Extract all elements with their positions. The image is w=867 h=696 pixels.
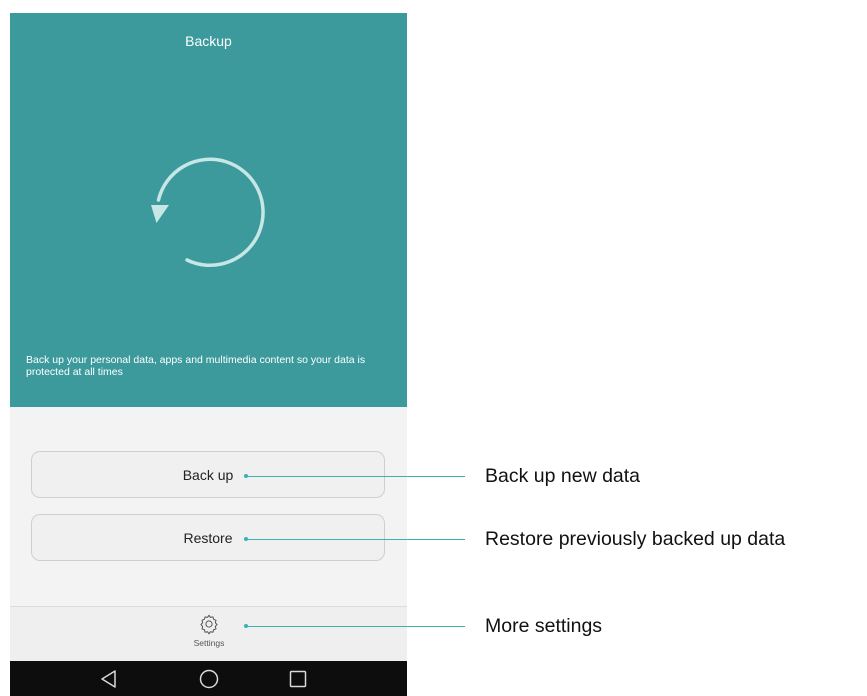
settings-label: Settings bbox=[193, 638, 225, 648]
callout-line-settings bbox=[246, 626, 465, 627]
system-navigation-bar bbox=[10, 661, 407, 696]
callout-line-restore bbox=[246, 539, 465, 540]
refresh-circle-icon bbox=[148, 151, 270, 278]
home-circle-icon[interactable] bbox=[196, 666, 222, 692]
backup-button[interactable]: Back up bbox=[31, 451, 385, 498]
backup-description: Back up your personal data, apps and mul… bbox=[26, 354, 366, 378]
back-triangle-icon[interactable] bbox=[96, 666, 122, 692]
callout-restore-text: Restore previously backed up data bbox=[485, 528, 786, 550]
page-title: Backup bbox=[185, 33, 232, 49]
callout-settings-text: More settings bbox=[485, 615, 603, 637]
phone-screen: Backup Back up your personal data, apps … bbox=[10, 13, 407, 696]
callout-backup-text: Back up new data bbox=[485, 465, 641, 487]
callout-line-backup bbox=[246, 476, 465, 477]
recent-square-icon[interactable] bbox=[285, 666, 311, 692]
restore-button[interactable]: Restore bbox=[31, 514, 385, 561]
settings-button[interactable]: Settings bbox=[178, 613, 240, 659]
bottom-toolbar: Settings bbox=[10, 606, 407, 661]
page: Backup Back up your personal data, apps … bbox=[0, 0, 867, 696]
hero-panel: Backup Back up your personal data, apps … bbox=[10, 13, 407, 407]
gear-icon bbox=[178, 613, 240, 635]
